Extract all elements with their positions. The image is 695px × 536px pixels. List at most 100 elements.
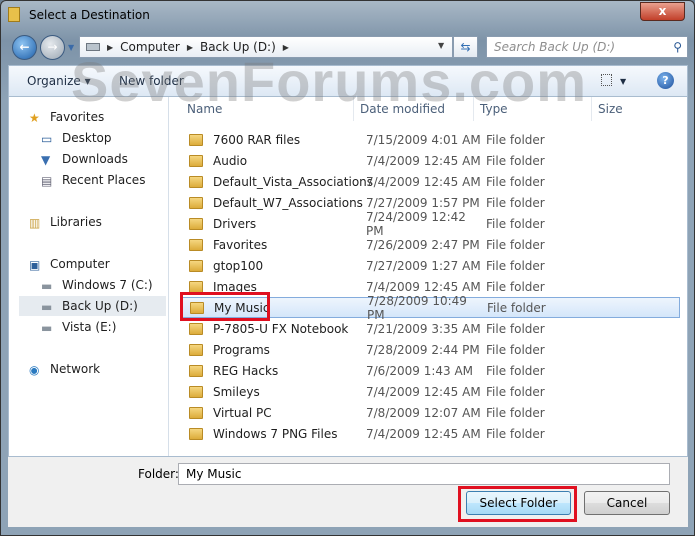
column-header-type[interactable]: Type	[474, 97, 592, 121]
sidebar-item[interactable]: ▼ Downloads	[19, 149, 166, 169]
sidebar-item[interactable]: ▭ Desktop	[19, 128, 166, 148]
file-row[interactable]: Default_Vista_Associations 7/4/2009 12:45…	[181, 171, 680, 192]
libraries-icon: ▥	[29, 215, 41, 230]
computer-icon: ▣	[29, 257, 41, 272]
file-date: 7/15/2009 4:01 AM	[366, 132, 481, 147]
file-row[interactable]: P-7805-U FX Notebook 7/21/2009 3:35 AM Fil…	[181, 318, 680, 339]
file-name: Windows 7 PNG Files	[213, 426, 338, 441]
file-row[interactable]: gtop100 7/27/2009 1:27 AM File folder	[181, 255, 680, 276]
file-type: File folder	[486, 342, 545, 357]
search-icon: ⚲	[673, 40, 682, 54]
breadcrumb-backup[interactable]: Back Up (D:)	[200, 40, 276, 54]
help-button[interactable]: ?	[657, 72, 674, 89]
refresh-button[interactable]: ⇆	[453, 36, 478, 58]
file-type: File folder	[486, 363, 545, 378]
sidebar-item-label: Windows 7 (C:)	[62, 278, 153, 292]
network-icon: ◉	[29, 362, 40, 377]
organize-button[interactable]: Organize ▾	[27, 74, 91, 88]
file-row[interactable]: Drivers 7/24/2009 12:42 PM File folder	[181, 210, 680, 238]
drive-icon: ▬	[41, 320, 53, 335]
file-row[interactable]: Smileys 7/4/2009 12:45 AM File folder	[181, 381, 680, 402]
footer: Folder: My Music Select Folder Cancel	[8, 457, 688, 527]
file-row[interactable]: Audio 7/4/2009 12:45 AM File folder	[181, 150, 680, 171]
sidebar-item-label: Libraries	[50, 215, 102, 229]
file-type: File folder	[486, 153, 545, 168]
file-date: 7/21/2009 3:35 AM	[366, 321, 481, 336]
cancel-button[interactable]: Cancel	[584, 491, 670, 515]
file-row[interactable]: Virtual PC 7/8/2009 12:07 AM File folder	[181, 402, 680, 423]
folder-icon	[189, 217, 203, 230]
file-type: File folder	[486, 384, 545, 399]
file-name: Audio	[213, 153, 248, 168]
file-row[interactable]: Windows 7 PNG Files 7/4/2009 12:45 AM File…	[181, 423, 680, 444]
sidebar-item-label: Computer	[50, 257, 110, 271]
file-name: REG Hacks	[213, 363, 279, 378]
file-name: 7600 RAR files	[213, 132, 301, 147]
column-header-size[interactable]: Size	[592, 97, 687, 121]
folder-icon	[189, 406, 203, 419]
file-name: Virtual PC	[213, 405, 272, 420]
folder-icon	[189, 343, 203, 356]
folder-icon	[189, 322, 203, 335]
file-name: gtop100	[213, 258, 264, 273]
file-row[interactable]: 7600 RAR files 7/15/2009 4:01 AM File fold…	[181, 129, 680, 150]
chevron-right-icon[interactable]: ▶	[187, 43, 193, 52]
column-header-date[interactable]: Date modified	[354, 97, 474, 121]
file-date: 7/4/2009 12:45 AM	[366, 279, 481, 294]
file-date: 7/4/2009 12:45 AM	[366, 174, 481, 189]
sidebar-item[interactable]: ★ Favorites	[19, 107, 166, 127]
view-options-icon[interactable]	[601, 74, 612, 86]
file-date: 7/4/2009 12:45 AM	[366, 384, 481, 399]
folder-input[interactable]: My Music	[178, 463, 670, 485]
column-header-name[interactable]: Name	[181, 97, 354, 121]
folder-icon	[189, 238, 203, 251]
folder-icon	[189, 175, 203, 188]
star-icon: ★	[29, 110, 40, 125]
address-dropdown-icon[interactable]: ▼	[438, 41, 444, 50]
folder-icon	[8, 7, 20, 22]
content-area: ★ Favorites ▭ Desktop ▼ Downloads ▤ Recent Plac…	[8, 96, 688, 457]
file-row[interactable]: REG Hacks 7/6/2009 1:43 AM File folder	[181, 360, 680, 381]
back-button[interactable]: ←	[12, 35, 37, 60]
close-button[interactable]: x	[640, 2, 685, 21]
sidebar-item[interactable]: ▬ Windows 7 (C:)	[19, 275, 166, 295]
drive-icon: ▬	[41, 278, 53, 293]
file-date: 7/27/2009 1:27 AM	[366, 258, 481, 273]
file-type: File folder	[486, 279, 545, 294]
recent-pages-dropdown[interactable]: ▼	[68, 43, 74, 52]
chevron-right-icon[interactable]: ▶	[283, 43, 289, 52]
folder-icon	[189, 196, 203, 209]
sidebar-item-label: Recent Places	[62, 173, 146, 187]
downloads-icon: ▼	[41, 152, 51, 167]
sidebar-item[interactable]: ▤ Recent Places	[19, 170, 166, 190]
sidebar-item[interactable]: ◉ Network	[19, 359, 166, 379]
sidebar-item[interactable]: ▣ Computer	[19, 254, 166, 274]
sidebar-item[interactable]: ▥ Libraries	[19, 212, 166, 232]
drive-icon	[86, 43, 100, 51]
forward-button[interactable]: →	[40, 35, 65, 60]
desktop-icon: ▭	[41, 131, 53, 146]
address-bar[interactable]: ▶ Computer ▶ Back Up (D:) ▶	[79, 36, 453, 58]
sidebar-item-label: Favorites	[50, 110, 105, 124]
folder-icon	[189, 385, 203, 398]
file-type: File folder	[486, 216, 545, 231]
folder-icon	[189, 280, 203, 293]
file-type: File folder	[486, 426, 545, 441]
sidebar-item[interactable]: ▬ Back Up (D:)	[19, 296, 166, 316]
file-type: File folder	[486, 237, 545, 252]
sidebar-item-label: Network	[50, 362, 101, 376]
view-dropdown-icon[interactable]: ▼	[620, 77, 626, 86]
search-input[interactable]: Search Back Up (D:) ⚲	[486, 36, 688, 58]
toolbar: Organize ▾ New folder ▼ ?	[8, 65, 688, 96]
file-date: 7/27/2009 1:57 PM	[366, 195, 480, 210]
file-row[interactable]: Programs 7/28/2009 2:44 PM File folder	[181, 339, 680, 360]
file-type: File folder	[486, 405, 545, 420]
chevron-right-icon[interactable]: ▶	[107, 43, 113, 52]
sidebar-item[interactable]: ▬ Vista (E:)	[19, 317, 166, 337]
breadcrumb-computer[interactable]: Computer	[120, 40, 180, 54]
new-folder-button[interactable]: New folder	[119, 74, 184, 88]
drive-icon: ▬	[41, 299, 53, 314]
file-row[interactable]: Favorites 7/26/2009 2:47 PM File folder	[181, 234, 680, 255]
file-date: 7/8/2009 12:07 AM	[366, 405, 481, 420]
file-name: Smileys	[213, 384, 260, 399]
